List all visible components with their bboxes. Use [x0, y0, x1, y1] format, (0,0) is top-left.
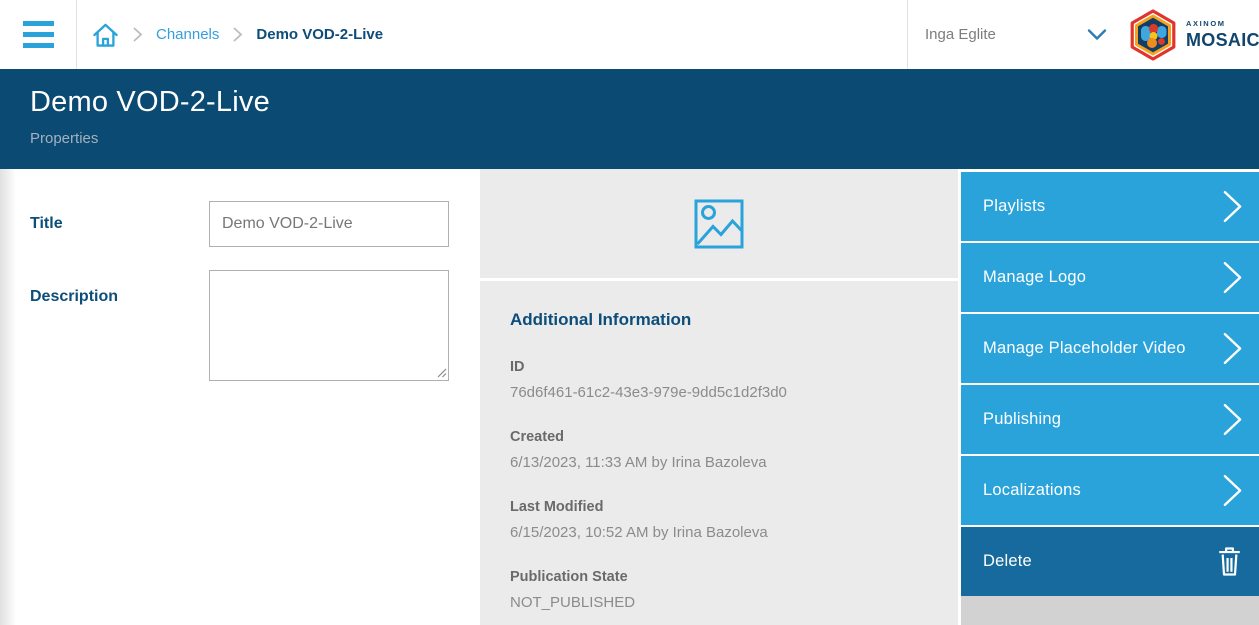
user-menu[interactable]: Inga Eglite: [907, 0, 1127, 69]
brand-name-top: AXINOM: [1186, 20, 1259, 28]
image-placeholder-icon: [694, 199, 744, 249]
actions-sidebar: Playlists Manage Logo Manage Placeholder…: [958, 169, 1259, 625]
description-label: Description: [0, 288, 209, 306]
field-value: 76d6f461-61c2-43e3-979e-9dd5c1d2f3d0: [510, 384, 928, 401]
breadcrumb: Channels Demo VOD-2-Live: [77, 0, 383, 69]
additional-information: Additional Information ID 76d6f461-61c2-…: [480, 281, 958, 611]
chevron-right-icon: [1222, 331, 1243, 366]
field-value: 6/15/2023, 10:52 AM by Irina Bazoleva: [510, 524, 928, 541]
brand-logo: AXINOM MOSAIC: [1127, 0, 1259, 69]
title-field-row: Title: [0, 201, 480, 247]
breadcrumb-separator-icon: [132, 26, 143, 43]
page-subtitle: Properties: [30, 130, 1259, 147]
action-label: Delete: [983, 552, 1032, 571]
additional-info-heading: Additional Information: [510, 310, 928, 330]
field-label: ID: [510, 359, 928, 375]
app-root: Channels Demo VOD-2-Live Inga Eglite: [0, 0, 1259, 625]
properties-form: Title Description: [0, 169, 480, 625]
breadcrumb-current: Demo VOD-2-Live: [256, 26, 383, 43]
brand-wordmark: AXINOM MOSAIC: [1186, 20, 1259, 49]
action-label: Publishing: [983, 410, 1061, 429]
action-manage-placeholder-video[interactable]: Manage Placeholder Video: [961, 312, 1259, 383]
action-playlists[interactable]: Playlists: [961, 172, 1259, 241]
channel-image-placeholder: [480, 169, 958, 281]
field-value: NOT_PUBLISHED: [510, 594, 928, 611]
topbar-spacer: [383, 0, 907, 69]
action-label: Manage Placeholder Video: [983, 339, 1186, 358]
title-input[interactable]: [209, 201, 449, 247]
topbar: Channels Demo VOD-2-Live Inga Eglite: [0, 0, 1259, 69]
field-value: 6/13/2023, 11:33 AM by Irina Bazoleva: [510, 454, 928, 471]
page-header: Demo VOD-2-Live Properties: [0, 69, 1259, 169]
breadcrumb-channels-link[interactable]: Channels: [156, 26, 219, 43]
content: Title Description: [0, 169, 1259, 625]
description-textarea-wrap: [209, 270, 449, 381]
field-publication-state: Publication State NOT_PUBLISHED: [510, 569, 928, 611]
field-id: ID 76d6f461-61c2-43e3-979e-9dd5c1d2f3d0: [510, 359, 928, 401]
user-name: Inga Eglite: [925, 26, 996, 43]
field-created: Created 6/13/2023, 11:33 AM by Irina Baz…: [510, 429, 928, 471]
chevron-right-icon: [1222, 402, 1243, 437]
chevron-down-icon: [1087, 28, 1107, 41]
mosaic-logo-icon: [1127, 7, 1179, 63]
description-field-row: Description: [0, 270, 480, 381]
sidebar-footer: [961, 596, 1259, 625]
chevron-right-icon: [1222, 473, 1243, 508]
page-title: Demo VOD-2-Live: [30, 86, 1259, 119]
field-label: Created: [510, 429, 928, 445]
resize-handle-icon[interactable]: [435, 366, 447, 378]
field-label: Last Modified: [510, 499, 928, 515]
menu-icon: [23, 21, 54, 48]
chevron-right-icon: [1222, 260, 1243, 295]
field-last-modified: Last Modified 6/15/2023, 10:52 AM by Iri…: [510, 499, 928, 541]
action-publishing[interactable]: Publishing: [961, 383, 1259, 454]
title-label: Title: [0, 215, 209, 233]
chevron-right-icon: [1222, 189, 1243, 224]
details-panel: Additional Information ID 76d6f461-61c2-…: [480, 169, 958, 625]
action-localizations[interactable]: Localizations: [961, 454, 1259, 525]
breadcrumb-separator-icon: [232, 26, 243, 43]
trash-icon: [1216, 546, 1243, 577]
menu-button[interactable]: [0, 0, 77, 69]
action-manage-logo[interactable]: Manage Logo: [961, 241, 1259, 312]
field-label: Publication State: [510, 569, 928, 585]
description-input[interactable]: [209, 270, 449, 381]
action-label: Playlists: [983, 197, 1045, 216]
action-label: Manage Logo: [983, 268, 1086, 287]
action-delete[interactable]: Delete: [961, 525, 1259, 596]
action-label: Localizations: [983, 481, 1081, 500]
home-icon[interactable]: [92, 22, 119, 48]
brand-name-bottom: MOSAIC: [1186, 31, 1259, 49]
